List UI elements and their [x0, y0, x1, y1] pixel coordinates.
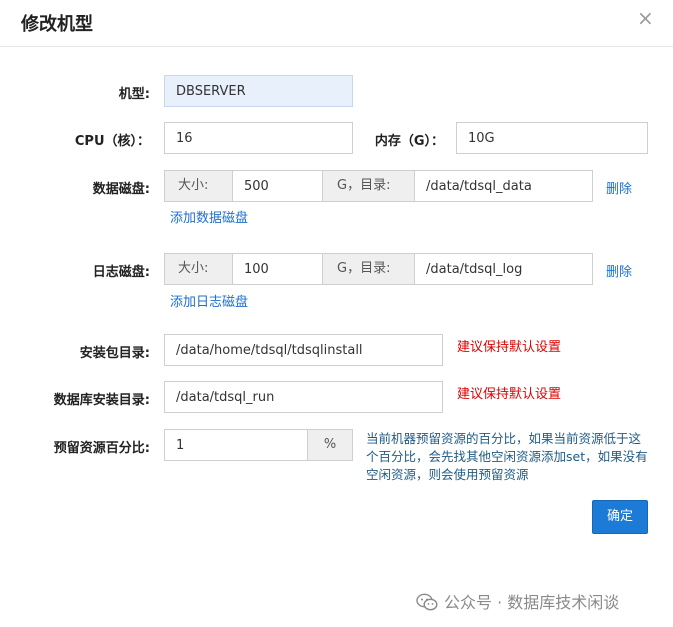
watermark-text: 公众号 · 数据库技术闲谈 — [444, 593, 620, 612]
install-dir-label: 安装包目录: — [79, 346, 150, 361]
cpu-label: CPU（核）： — [74, 134, 150, 149]
add-log-disk-link[interactable]: 添加日志磁盘 — [170, 291, 248, 310]
delete-log-disk-link[interactable]: 删除 — [606, 261, 632, 280]
confirm-button[interactable]: 确定 — [592, 500, 648, 534]
data-disk-dir-addon: G，目录: — [322, 170, 415, 202]
dialog-header: 修改机型 × — [0, 0, 673, 47]
log-disk-size-input[interactable] — [232, 253, 323, 285]
edit-model-dialog: 修改机型 × 机型: CPU（核）： 内存（G）： 数据磁盘: 大小: G，目录… — [0, 0, 673, 627]
install-dir-input[interactable] — [164, 334, 443, 366]
db-install-dir-warning: 建议保持默认设置 — [457, 387, 562, 402]
close-icon[interactable]: × — [637, 7, 654, 29]
memory-input[interactable] — [456, 122, 648, 154]
db-install-dir-label: 数据库安装目录: — [53, 393, 150, 408]
delete-data-disk-link[interactable]: 删除 — [606, 178, 632, 197]
log-disk-dir-input[interactable] — [414, 253, 593, 285]
data-disk-label: 数据磁盘: — [92, 182, 150, 197]
install-dir-warning: 建议保持默认设置 — [457, 340, 562, 355]
percent-addon: % — [307, 429, 353, 461]
add-data-disk-link[interactable]: 添加数据磁盘 — [170, 207, 248, 226]
log-disk-size-addon: 大小: — [164, 253, 233, 285]
reserve-input[interactable] — [164, 429, 308, 461]
db-install-dir-input[interactable] — [164, 381, 443, 413]
memory-label: 内存（G）： — [374, 134, 444, 149]
data-disk-size-addon: 大小: — [164, 170, 233, 202]
watermark: 公众号 · 数据库技术闲谈 — [416, 589, 619, 615]
data-disk-size-input[interactable] — [232, 170, 323, 202]
model-label: 机型: — [118, 87, 150, 102]
reserve-hint: 当前机器预留资源的百分比，如果当前资源低于这个百分比，会先找其他空闲资源添加se… — [366, 431, 648, 482]
log-disk-label: 日志磁盘: — [92, 265, 150, 280]
log-disk-dir-addon: G，目录: — [322, 253, 415, 285]
model-input[interactable] — [164, 75, 353, 107]
reserve-label: 预留资源百分比: — [53, 441, 150, 456]
data-disk-dir-input[interactable] — [414, 170, 593, 202]
dialog-title: 修改机型 — [21, 14, 93, 35]
wechat-icon — [416, 593, 438, 615]
cpu-input[interactable] — [164, 122, 353, 154]
